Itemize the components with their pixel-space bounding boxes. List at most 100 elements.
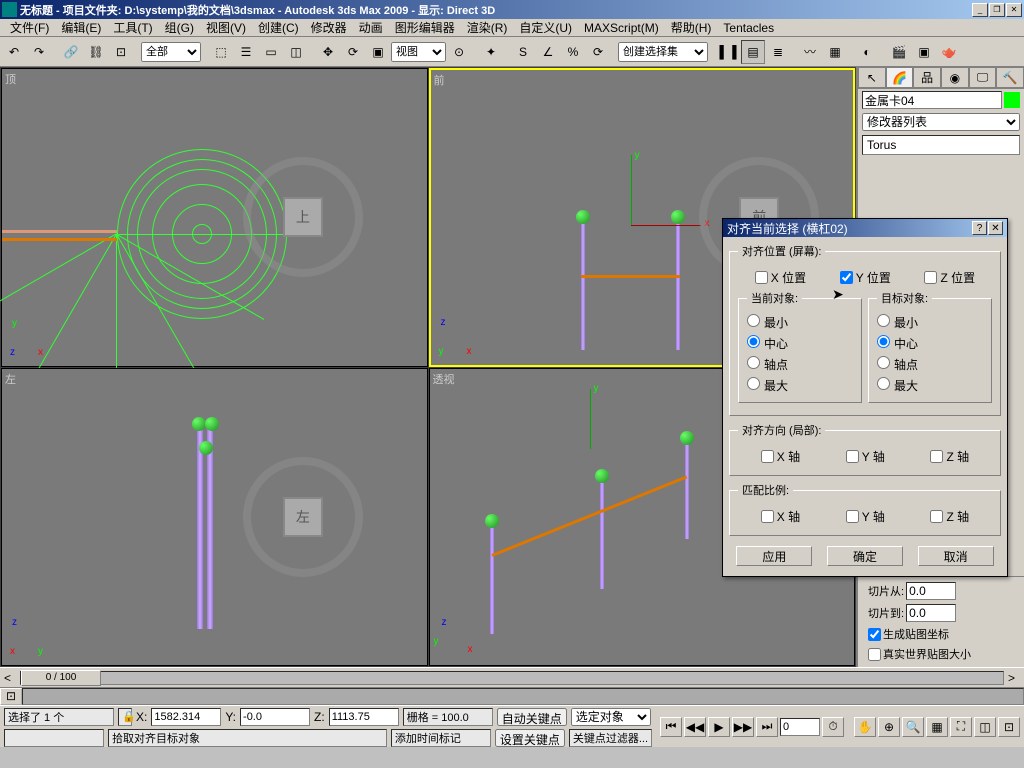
modifier-list-dropdown[interactable]: 修改器列表 (862, 113, 1020, 131)
layers-button[interactable]: ≣ (766, 40, 790, 64)
scale-button[interactable]: ▣ (366, 40, 390, 64)
menu-custom[interactable]: 自定义(U) (513, 19, 578, 36)
time-slider-handle[interactable]: 0 / 100 (21, 670, 101, 686)
restore-button[interactable]: ❐ (989, 3, 1005, 17)
pan-view-button[interactable]: ✋ (854, 717, 876, 737)
ref-coord-system[interactable]: 视图 (391, 42, 446, 62)
cur-pivot-radio[interactable] (747, 356, 760, 369)
viewcube-top[interactable]: 上 (243, 157, 363, 277)
coord-x-input[interactable] (151, 708, 221, 726)
mirror-button[interactable]: ▌▐ (716, 40, 740, 64)
lock-icon[interactable]: 🔒 (118, 708, 132, 726)
selection-filter[interactable]: 全部 (141, 42, 201, 62)
select-name-button[interactable]: ☰ (234, 40, 258, 64)
window-crossing-button[interactable]: ◫ (284, 40, 308, 64)
cur-min-radio[interactable] (747, 314, 760, 327)
tgt-center-radio[interactable] (877, 335, 890, 348)
autokey-button[interactable]: 自动关键点 (497, 708, 567, 726)
track-bar[interactable]: ⊡ (0, 687, 1024, 705)
menu-file[interactable]: 文件(F) (4, 19, 55, 36)
orient-y-checkbox[interactable] (846, 450, 859, 463)
spinner-snap[interactable]: ⟳ (586, 40, 610, 64)
menu-render[interactable]: 渲染(R) (461, 19, 514, 36)
align-button[interactable]: ▤ (741, 40, 765, 64)
select-button[interactable]: ⬚ (209, 40, 233, 64)
redo-button[interactable]: ↷ (27, 40, 51, 64)
tgt-min-radio[interactable] (877, 314, 890, 327)
viewport-top[interactable]: 顶 上 x y z (1, 68, 428, 367)
material-editor-button[interactable]: ◐ (855, 40, 879, 64)
zoom-button[interactable]: 🔍 (902, 717, 924, 737)
goto-end-button[interactable]: ⏭ (756, 717, 778, 737)
fov-button[interactable]: ▦ (926, 717, 948, 737)
cancel-button[interactable]: 取消 (918, 546, 994, 566)
menu-tentacles[interactable]: Tentacles (717, 21, 780, 35)
coord-z-input[interactable] (329, 708, 399, 726)
cur-max-radio[interactable] (747, 377, 760, 390)
menu-modifiers[interactable]: 修改器 (305, 19, 353, 36)
curve-editor-button[interactable]: 〰 (798, 40, 822, 64)
viewcube-left[interactable]: 左 (243, 457, 363, 577)
current-frame-input[interactable] (780, 718, 820, 736)
coord-y-input[interactable] (240, 708, 310, 726)
tab-motion[interactable]: ◉ (941, 67, 969, 88)
prev-frame-button[interactable]: ◀◀ (684, 717, 706, 737)
menu-graph[interactable]: 图形编辑器 (389, 19, 461, 36)
orient-x-checkbox[interactable] (761, 450, 774, 463)
real-world-checkbox[interactable] (868, 648, 881, 661)
tab-display[interactable]: 🖵 (969, 67, 997, 88)
tab-utilities[interactable]: 🔨 (996, 67, 1024, 88)
select-region-button[interactable]: ▭ (259, 40, 283, 64)
menu-maxscript[interactable]: MAXScript(M) (578, 21, 665, 35)
menu-views[interactable]: 视图(V) (200, 19, 252, 36)
minimize-button[interactable]: _ (972, 3, 988, 17)
y-position-checkbox[interactable] (840, 271, 853, 284)
tab-create[interactable]: ↖ (858, 67, 886, 88)
gen-uv-checkbox[interactable] (868, 628, 881, 641)
unlink-button[interactable]: ⛓ (84, 40, 108, 64)
render-setup-button[interactable]: 🎬 (887, 40, 911, 64)
tab-hierarchy[interactable]: 品 (913, 67, 941, 88)
slice-from-input[interactable] (906, 582, 956, 600)
scale-y-checkbox[interactable] (846, 510, 859, 523)
x-position-checkbox[interactable] (755, 271, 768, 284)
modifier-stack-item[interactable]: Torus (862, 135, 1020, 155)
slice-to-input[interactable] (906, 604, 956, 622)
next-frame-button[interactable]: ▶▶ (732, 717, 754, 737)
menu-group[interactable]: 组(G) (159, 19, 200, 36)
schematic-button[interactable]: ▦ (823, 40, 847, 64)
goto-start-button[interactable]: ⏮ (660, 717, 682, 737)
scale-z-checkbox[interactable] (930, 510, 943, 523)
menu-help[interactable]: 帮助(H) (665, 19, 718, 36)
tgt-pivot-radio[interactable] (877, 356, 890, 369)
close-button[interactable]: ✕ (1006, 3, 1022, 17)
play-button[interactable]: ▶ (708, 717, 730, 737)
menu-animation[interactable]: 动画 (353, 19, 389, 36)
key-target-dropdown[interactable]: 选定对象 (571, 708, 651, 726)
render-frame-button[interactable]: ▣ (912, 40, 936, 64)
add-time-tag[interactable]: 添加时间标记 (391, 729, 491, 747)
tab-modify[interactable]: 🌈 (886, 67, 914, 88)
bind-button[interactable]: ⊡ (109, 40, 133, 64)
key-filters[interactable]: 关键点过滤器... (569, 729, 652, 747)
object-name-field[interactable] (862, 91, 1002, 109)
setkey-button[interactable]: 设置关键点 (495, 729, 565, 747)
arc-rotate-button[interactable]: ⊕ (878, 717, 900, 737)
tgt-max-radio[interactable] (877, 377, 890, 390)
menu-tools[interactable]: 工具(T) (107, 19, 158, 36)
percent-snap[interactable]: % (561, 40, 585, 64)
move-button[interactable]: ✥ (316, 40, 340, 64)
quick-render-button[interactable]: 🫖 (937, 40, 961, 64)
named-selection[interactable]: 创建选择集 (618, 42, 708, 62)
dialog-help-button[interactable]: ? (972, 221, 987, 235)
menu-edit[interactable]: 编辑(E) (55, 19, 107, 36)
object-color-swatch[interactable] (1004, 92, 1020, 108)
orient-z-checkbox[interactable] (930, 450, 943, 463)
dialog-close-button[interactable]: ✕ (988, 221, 1003, 235)
undo-button[interactable]: ↶ (2, 40, 26, 64)
zoom-all-button[interactable]: ◫ (974, 717, 996, 737)
script-listener[interactable] (4, 729, 104, 747)
scale-x-checkbox[interactable] (761, 510, 774, 523)
viewport-left[interactable]: 左 左 y z x (1, 368, 428, 667)
angle-snap[interactable]: ∠ (536, 40, 560, 64)
